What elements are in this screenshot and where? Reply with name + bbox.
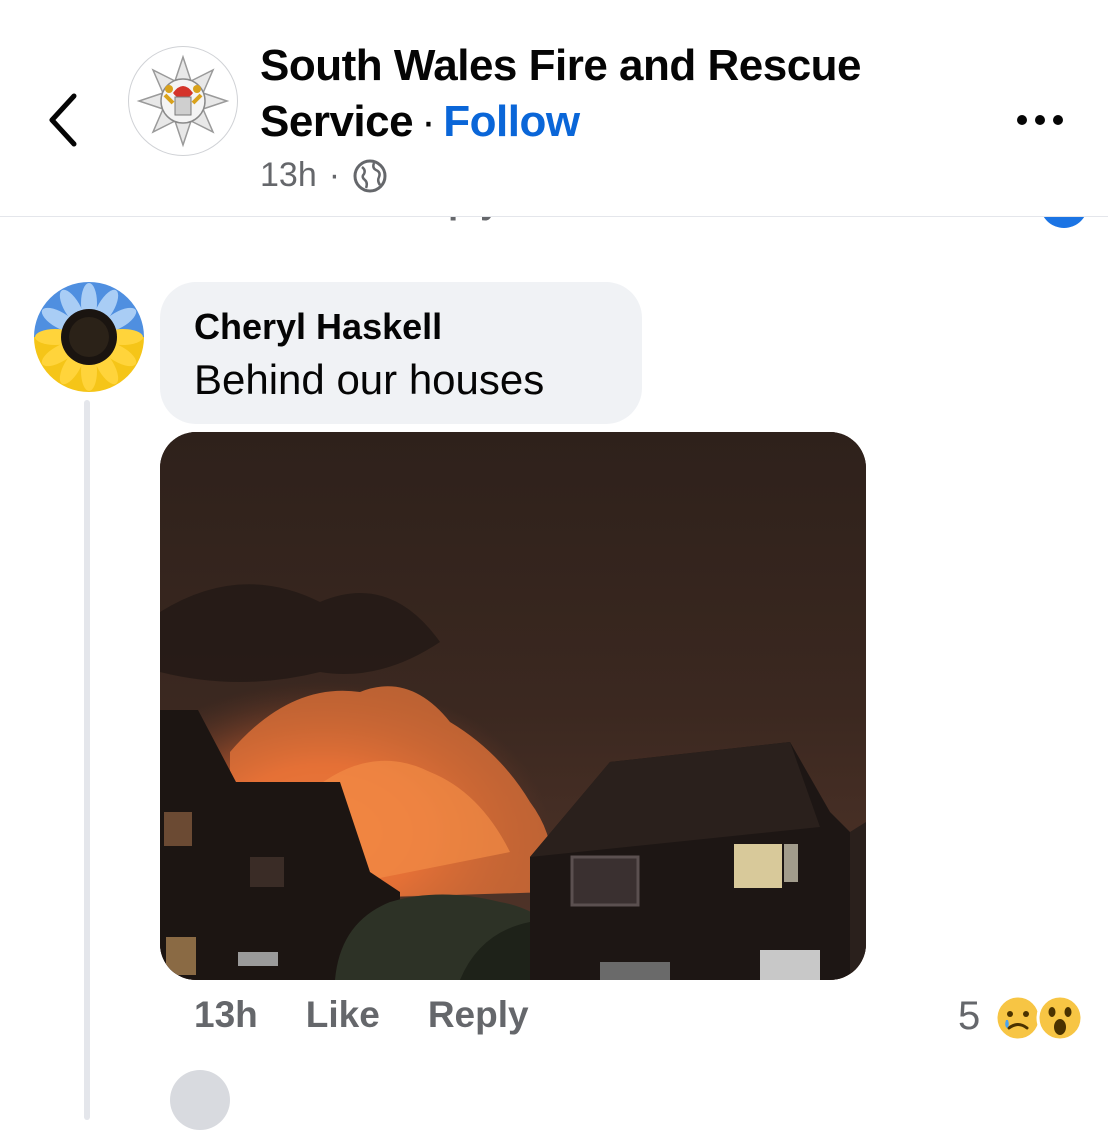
page-logo[interactable] (128, 46, 238, 156)
more-dots-icon (1017, 115, 1063, 125)
post-header: South Wales Fire and Rescue Service · Foll… (0, 0, 1108, 217)
globe-icon (353, 159, 387, 192)
reply-thread-line (84, 400, 90, 1120)
post-meta: 13h · (260, 156, 388, 195)
sunflower-avatar-icon (34, 282, 144, 392)
more-options-button[interactable] (1010, 100, 1074, 140)
sad-reaction-icon (994, 994, 1042, 1042)
reaction-icons (994, 994, 1084, 1042)
meta-separator: · (328, 156, 341, 194)
reactions-summary[interactable] (994, 992, 1086, 1044)
back-button[interactable] (40, 88, 88, 152)
fire-service-badge-icon (136, 54, 230, 148)
comment-author[interactable]: Cheryl Haskell (194, 304, 608, 350)
comment-actions: 13h Like Reply (194, 994, 529, 1036)
like-button[interactable]: Like (306, 994, 380, 1036)
fire-photo (160, 432, 866, 980)
next-reply-avatar[interactable] (170, 1070, 230, 1130)
title-separator: · (421, 97, 436, 146)
comment-time[interactable]: 13h (194, 994, 258, 1036)
avatar[interactable] (34, 282, 144, 392)
follow-button[interactable]: Follow (443, 97, 580, 146)
reply-button[interactable]: Reply (428, 994, 529, 1036)
chevron-left-icon (49, 93, 77, 147)
comment-bubble[interactable]: Cheryl Haskell Behind our houses (160, 282, 642, 424)
post-title: South Wales Fire and Rescue Service · Foll… (260, 38, 980, 150)
comment-text: Behind our houses (194, 356, 545, 403)
post-time[interactable]: 13h (260, 156, 317, 195)
reaction-count[interactable]: 5 (958, 994, 980, 1039)
comment-photo[interactable] (160, 432, 866, 980)
wow-reaction-icon (1036, 994, 1084, 1042)
